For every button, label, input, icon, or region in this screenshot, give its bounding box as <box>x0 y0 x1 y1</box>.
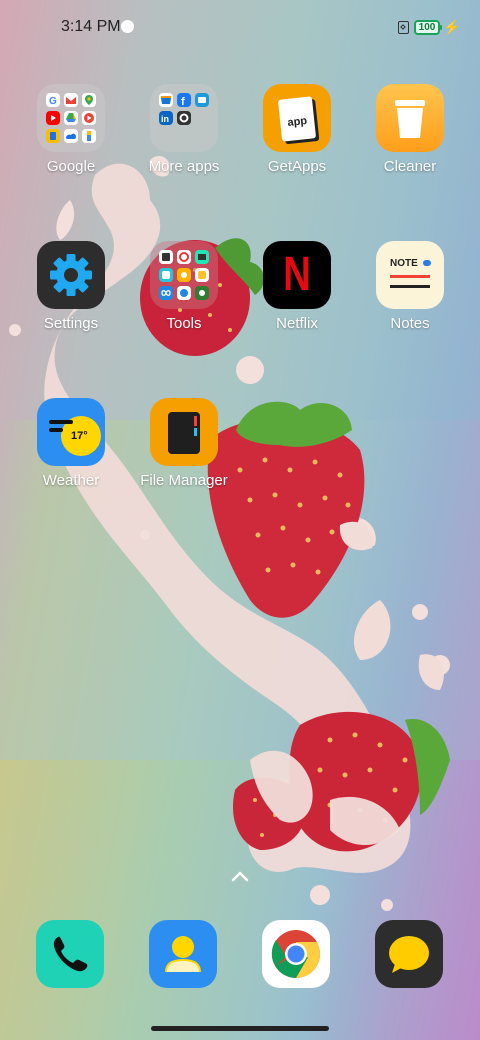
app-getapps[interactable]: app GetApps <box>241 84 353 175</box>
getapps-icon: app <box>263 84 331 152</box>
settings-gear-icon <box>37 241 105 309</box>
status-bar: 3:14 PM 100 ⚡ <box>0 0 480 56</box>
app-label: Netflix <box>276 315 318 332</box>
phone-icon <box>53 936 88 972</box>
app-label: Notes <box>390 315 430 332</box>
app-label: Settings <box>43 315 99 332</box>
charging-bolt-icon: ⚡ <box>443 19 461 35</box>
wallpaper-band-lower <box>0 760 480 1040</box>
getapps-badge-text: app <box>286 114 308 129</box>
app-more-apps-folder[interactable]: f in More apps <box>128 84 240 175</box>
app-google-folder[interactable]: G Google <box>15 84 127 175</box>
app-label: Weather <box>42 472 100 489</box>
weather-temp-text: 17° <box>71 430 88 442</box>
svg-text:in: in <box>161 114 169 124</box>
app-netflix[interactable]: N Netflix <box>241 241 353 332</box>
weather-icon: 17° <box>37 398 105 466</box>
notification-dot-icon <box>121 20 134 33</box>
google-folder-icon: G <box>37 84 105 152</box>
gesture-nav-handle[interactable] <box>151 1026 329 1031</box>
app-notes[interactable]: NOTE Notes <box>354 241 466 332</box>
dock-messages-app[interactable] <box>375 920 443 988</box>
messages-icon <box>389 936 429 973</box>
app-weather[interactable]: 17° Weather <box>15 398 127 489</box>
app-label: Google <box>46 158 96 175</box>
notes-badge-text: NOTE <box>390 258 418 269</box>
app-label: GetApps <box>267 158 327 175</box>
sim-card-icon <box>398 21 409 34</box>
chevron-up-icon[interactable] <box>229 868 251 884</box>
app-tools-folder[interactable]: Tools <box>128 241 240 332</box>
dock-chrome-app[interactable] <box>262 920 330 988</box>
tools-folder-icon <box>150 241 218 309</box>
svg-text:f: f <box>181 96 185 107</box>
app-cleaner[interactable]: Cleaner <box>354 84 466 175</box>
netflix-logo-text: N <box>283 248 311 301</box>
status-time: 3:14 PM <box>61 18 121 35</box>
netflix-icon: N <box>263 241 331 309</box>
app-label: More apps <box>148 158 220 175</box>
app-file-manager[interactable]: File Manager <box>128 398 240 489</box>
dock-contacts-app[interactable] <box>149 920 217 988</box>
svg-text:G: G <box>49 96 57 107</box>
more-apps-folder-icon: f in <box>150 84 218 152</box>
app-settings[interactable]: Settings <box>15 241 127 332</box>
dock-phone-app[interactable] <box>36 920 104 988</box>
battery-icon: 100 <box>414 20 442 35</box>
file-manager-icon <box>150 398 218 466</box>
app-label: Tools <box>166 315 202 332</box>
notes-icon: NOTE <box>376 241 444 309</box>
app-label: File Manager <box>140 472 228 489</box>
app-label: Cleaner <box>383 158 437 175</box>
cleaner-icon <box>376 84 444 152</box>
chrome-icon <box>271 930 320 978</box>
contacts-icon <box>165 936 201 973</box>
